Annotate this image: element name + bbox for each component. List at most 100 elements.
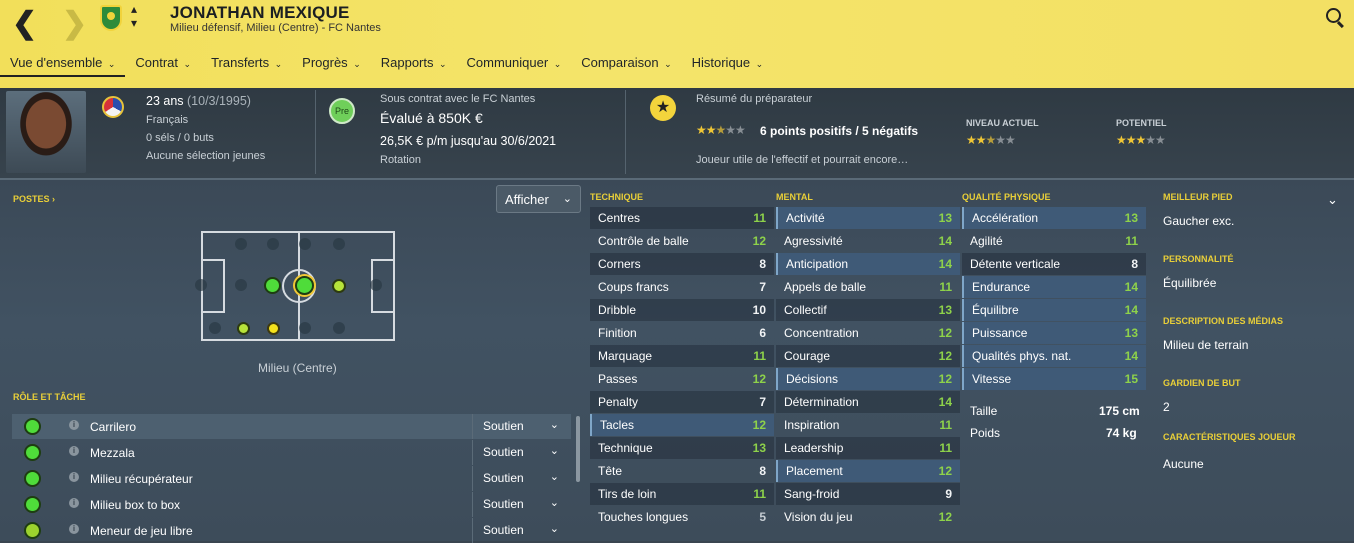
position-dot[interactable] [209, 322, 221, 334]
attribute-row[interactable]: Détente verticale 8 [962, 253, 1146, 275]
prev-next-player-icon[interactable]: ▴ ▾ [131, 2, 137, 30]
duty-dropdown[interactable]: Soutien ⌄ [472, 518, 571, 543]
divider [315, 90, 316, 174]
role-row[interactable]: i Meneur de jeu libre Soutien ⌄ [12, 518, 571, 543]
attribute-row[interactable]: Marquage 11 [590, 345, 774, 367]
attribute-row[interactable]: Endurance 14 [962, 276, 1146, 298]
position-dot[interactable] [235, 238, 247, 250]
attribute-row[interactable]: Dribble 10 [590, 299, 774, 321]
attribute-row[interactable]: Qualités phys. nat. 14 [962, 345, 1146, 367]
attribute-row[interactable]: Détermination 14 [776, 391, 960, 413]
tab-label: Communiquer [466, 55, 549, 70]
attribute-name: Tacles [600, 418, 635, 432]
attribute-row[interactable]: Sang-froid 9 [776, 483, 960, 505]
nationality-flag-icon[interactable] [102, 96, 124, 118]
role-row[interactable]: i Milieu récupérateur Soutien ⌄ [12, 466, 571, 491]
duty-dropdown[interactable]: Soutien ⌄ [472, 440, 571, 465]
tab-label: Rapports [380, 55, 434, 70]
attribute-row[interactable]: Activité 13 [776, 207, 960, 229]
attribute-value: 5 [759, 510, 766, 524]
attribute-row[interactable]: Touches longues 5 [590, 506, 774, 528]
info-icon[interactable]: i [69, 472, 79, 482]
position-dot[interactable] [370, 279, 382, 291]
attribute-row[interactable]: Appels de balle 11 [776, 276, 960, 298]
attribute-row[interactable]: Finition 6 [590, 322, 774, 344]
position-dot[interactable] [333, 322, 345, 334]
info-icon[interactable]: i [69, 524, 79, 534]
tab-comparison[interactable]: Comparaison ⌄ [571, 53, 681, 77]
info-icon[interactable]: i [69, 498, 79, 508]
attribute-row[interactable]: Centres 11 [590, 207, 774, 229]
back-arrow-icon[interactable]: ❮ [12, 6, 37, 41]
position-dot[interactable] [195, 279, 207, 291]
attribute-row[interactable]: Coups francs 7 [590, 276, 774, 298]
attribute-row[interactable]: Anticipation 14 [776, 253, 960, 275]
position-dot[interactable] [299, 322, 311, 334]
player-header: ❮ ❯ ▴ ▾ JONATHAN MEXIQUE Milieu défensif,… [0, 0, 1354, 88]
tab-reports[interactable]: Rapports ⌄ [371, 53, 457, 77]
attribute-row[interactable]: Tacles 12 [590, 414, 774, 436]
attribute-row[interactable]: Passes 12 [590, 368, 774, 390]
attribute-row[interactable]: Collectif 13 [776, 299, 960, 321]
scout-points[interactable]: 6 points positifs / 5 négatifs [760, 124, 918, 138]
attribute-name: Tête [598, 464, 623, 478]
position-dot-dc[interactable] [237, 322, 250, 335]
player-traits-title: CARACTÉRISTIQUES JOUEUR [1163, 432, 1296, 442]
role-row[interactable]: i Milieu box to box Soutien ⌄ [12, 492, 571, 517]
tab-transfers[interactable]: Transferts ⌄ [201, 53, 292, 77]
attribute-row[interactable]: Agressivité 14 [776, 230, 960, 252]
attribute-row[interactable]: Contrôle de balle 12 [590, 230, 774, 252]
role-name: Carrilero [90, 420, 137, 434]
position-dot-amc[interactable] [332, 279, 346, 293]
attribute-row[interactable]: Placement 12 [776, 460, 960, 482]
attribute-row[interactable]: Accélération 13 [962, 207, 1146, 229]
attribute-value: 12 [938, 326, 952, 340]
attribute-row[interactable]: Tête 8 [590, 460, 774, 482]
positions-title[interactable]: POSTES › [13, 194, 55, 204]
attribute-row[interactable]: Décisions 12 [776, 368, 960, 390]
position-dot-dm-left[interactable] [267, 322, 280, 335]
attribute-row[interactable]: Tirs de loin 11 [590, 483, 774, 505]
attribute-row[interactable]: Technique 13 [590, 437, 774, 459]
forward-arrow-icon[interactable]: ❯ [62, 6, 87, 41]
attribute-row[interactable]: Équilibre 14 [962, 299, 1146, 321]
youth-caps: Aucune sélection jeunes [146, 150, 266, 162]
player-subtitle[interactable]: Milieu défensif, Milieu (Centre) - FC Na… [170, 22, 381, 34]
info-icon[interactable]: i [69, 446, 79, 456]
chevron-down-icon: ⌄ [661, 59, 672, 69]
attribute-row[interactable]: Agilité 11 [962, 230, 1146, 252]
attribute-row[interactable]: Concentration 12 [776, 322, 960, 344]
role-row[interactable]: i Mezzala Soutien ⌄ [12, 440, 571, 465]
attribute-row[interactable]: Vision du jeu 12 [776, 506, 960, 528]
attribute-row[interactable]: Leadership 11 [776, 437, 960, 459]
tab-history[interactable]: Historique ⌄ [682, 53, 774, 77]
position-dot-dm[interactable] [264, 277, 281, 294]
tab-communicate[interactable]: Communiquer ⌄ [457, 53, 572, 77]
show-dropdown[interactable]: Afficher ⌄ [496, 185, 581, 213]
position-dot[interactable] [299, 238, 311, 250]
tab-overview[interactable]: Vue d'ensemble ⌄ [0, 53, 126, 77]
duty-dropdown[interactable]: Soutien ⌄ [472, 414, 571, 439]
club-crest-icon[interactable] [100, 5, 122, 31]
position-dot[interactable] [267, 238, 279, 250]
chevron-down-icon[interactable]: ⌄ [1327, 192, 1338, 208]
attribute-row[interactable]: Inspiration 11 [776, 414, 960, 436]
squad-status-badge[interactable]: Pre [329, 98, 355, 124]
tab-contract[interactable]: Contrat ⌄ [125, 53, 201, 77]
tab-progress[interactable]: Progrès ⌄ [292, 53, 371, 77]
position-dot[interactable] [333, 238, 345, 250]
duty-dropdown[interactable]: Soutien ⌄ [472, 466, 571, 491]
attribute-row[interactable]: Corners 8 [590, 253, 774, 275]
attribute-row[interactable]: Courage 12 [776, 345, 960, 367]
role-row[interactable]: i Carrilero Soutien ⌄ [12, 414, 571, 439]
position-dot[interactable] [235, 279, 247, 291]
search-icon[interactable] [1326, 8, 1341, 23]
roles-scrollbar[interactable] [576, 416, 580, 482]
attribute-row[interactable]: Penalty 7 [590, 391, 774, 413]
attribute-row[interactable]: Puissance 13 [962, 322, 1146, 344]
position-dot-mc[interactable] [295, 276, 314, 295]
info-icon[interactable]: i [69, 420, 79, 430]
attribute-row[interactable]: Vitesse 15 [962, 368, 1146, 390]
duty-dropdown[interactable]: Soutien ⌄ [472, 492, 571, 517]
player-photo [6, 91, 86, 173]
